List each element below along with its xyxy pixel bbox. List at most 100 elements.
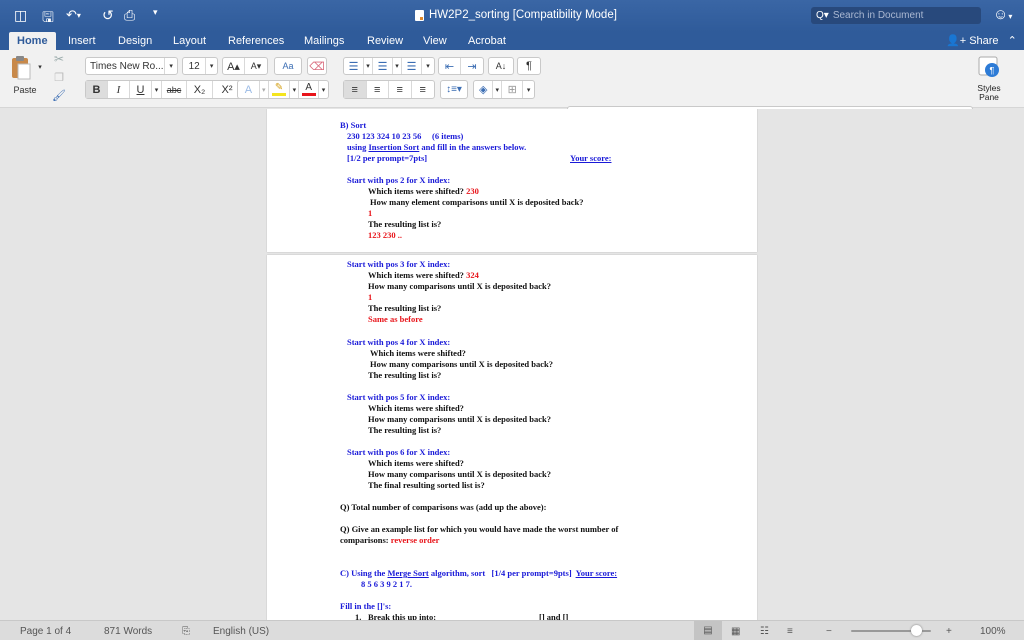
alignment-group: ≡ ≡ ≡ ≡	[343, 80, 435, 99]
section-b-items: 230 123 324 10 23 56 (6 items)	[347, 131, 464, 141]
step-comparisons: How many comparisons until X is deposite…	[368, 414, 552, 424]
insertion-sort-link[interactable]: Insertion Sort	[369, 142, 420, 152]
text: and fill in the answers below.	[419, 142, 527, 152]
shading-icon[interactable]: ◈	[474, 81, 494, 98]
tab-layout[interactable]: Layout	[165, 32, 214, 50]
print-layout-view-icon[interactable]: ▤	[694, 621, 722, 640]
tab-design[interactable]: Design	[110, 32, 160, 50]
tab-home[interactable]: Home	[9, 32, 56, 50]
justify-icon[interactable]: ≡	[412, 81, 434, 98]
font-size-value: 12	[183, 58, 207, 74]
section-c-heading: C) Using the Merge Sort algorithm, sort …	[340, 568, 617, 579]
bold-button[interactable]: B	[86, 81, 108, 98]
shading-dropdown[interactable]: ▾	[493, 81, 503, 98]
bullets-icon[interactable]: ☰	[344, 58, 364, 74]
sort-button[interactable]: A↓	[488, 57, 514, 75]
multilevel-dropdown[interactable]: ▾	[422, 58, 434, 74]
text-effects-dropdown[interactable]: ▾	[260, 81, 269, 98]
highlight-color-button[interactable]: ✎	[269, 81, 291, 98]
paste-button[interactable]	[8, 54, 34, 82]
align-right-icon[interactable]: ≡	[389, 81, 412, 98]
document-canvas[interactable]: B) Sort 230 123 324 10 23 56 (6 items) u…	[0, 109, 1024, 620]
underline-button[interactable]: U	[130, 81, 152, 98]
search-input[interactable]: Q▾ Search in Document	[811, 7, 981, 24]
indent-group: ⇤ ⇥	[438, 57, 484, 75]
step-comparisons-answer: 1	[368, 208, 373, 218]
tab-view[interactable]: View	[415, 32, 455, 50]
font-size-dropdown[interactable]: 12 ▾	[182, 57, 218, 75]
search-icon: Q▾	[816, 10, 829, 21]
borders-dropdown[interactable]: ▾	[523, 81, 534, 98]
merge-sort-link[interactable]: Merge Sort	[387, 568, 428, 578]
font-color-button[interactable]: A	[299, 81, 320, 98]
strikethrough-button[interactable]: abc	[162, 81, 187, 98]
title-bar: ◫ 🖫 ↶ ▾ ↺ ⎙ ▾ HW2P2_sorting [Compatibilit…	[0, 0, 1024, 32]
borders-icon[interactable]: ⊞	[502, 81, 524, 98]
highlight-dropdown[interactable]: ▾	[290, 81, 300, 98]
tab-review[interactable]: Review	[359, 32, 411, 50]
word-count[interactable]: 871 Words	[104, 626, 152, 637]
print-icon[interactable]: ⎙	[124, 7, 135, 24]
undo-icon[interactable]: ↶ ▾	[66, 7, 81, 23]
sidebar-toggle-icon[interactable]: ◫	[14, 7, 27, 24]
step-result: The resulting list is?	[368, 425, 442, 435]
zoom-out-button[interactable]: −	[826, 626, 832, 637]
tab-acrobat[interactable]: Acrobat	[460, 32, 514, 50]
align-left-icon[interactable]: ≡	[344, 81, 367, 98]
your-score-b: Your score:	[570, 153, 612, 163]
web-layout-view-icon[interactable]: ▦	[731, 626, 740, 637]
underline-options-dropdown[interactable]: ▾	[152, 81, 162, 98]
subscript-button[interactable]: X₂	[187, 81, 213, 98]
zoom-slider-thumb[interactable]	[911, 625, 922, 636]
multilevel-list-icon[interactable]: ☰	[402, 58, 422, 74]
italic-button[interactable]: I	[108, 81, 130, 98]
line-spacing-button[interactable]: ↕≡▾	[440, 80, 468, 99]
proofing-icon[interactable]: ⎘	[182, 626, 190, 637]
grow-font-button[interactable]: A▴	[223, 58, 246, 74]
feedback-smiley-icon[interactable]: ☺▾	[993, 6, 1012, 23]
tab-insert[interactable]: Insert	[60, 32, 104, 50]
cut-icon[interactable]: ✂	[52, 52, 66, 66]
document-icon	[415, 9, 424, 21]
outline-view-icon[interactable]: ☷	[760, 626, 769, 637]
tab-references[interactable]: References	[220, 32, 292, 50]
draft-view-icon[interactable]: ≡	[787, 626, 793, 637]
section-b-using: using Insertion Sort and fill in the ans…	[347, 142, 526, 153]
format-painter-icon[interactable]: 🖌	[52, 88, 66, 102]
copy-icon[interactable]: ❐	[52, 70, 66, 84]
clear-formatting-button[interactable]: ⌫	[307, 57, 327, 75]
ribbon-tabs: Home Insert Design Layout References Mai…	[0, 32, 1024, 50]
shrink-font-button[interactable]: A▾	[245, 58, 267, 74]
save-icon[interactable]: 🖫	[42, 7, 54, 31]
change-case-button[interactable]: Aa	[274, 57, 302, 75]
highlighter-icon: ✎	[274, 82, 284, 93]
tab-mailings[interactable]: Mailings	[296, 32, 352, 50]
zoom-in-button[interactable]: +	[946, 626, 952, 637]
page-count[interactable]: Page 1 of 4	[20, 626, 71, 637]
increase-indent-icon[interactable]: ⇥	[461, 58, 483, 74]
text: using	[347, 142, 369, 152]
font-color-dropdown[interactable]: ▾	[319, 81, 328, 98]
text-effects-button[interactable]: A	[238, 81, 260, 98]
svg-text:¶: ¶	[990, 66, 995, 76]
line-spacing-icon: ↕≡▾	[446, 84, 462, 95]
bullets-dropdown[interactable]: ▾	[364, 58, 373, 74]
paste-options-dropdown[interactable]: ▾	[36, 62, 44, 72]
search-placeholder: Search in Document	[832, 10, 924, 21]
show-formatting-button[interactable]: ¶	[517, 57, 541, 75]
question: Which items were shifted?	[368, 186, 464, 196]
numbering-icon[interactable]: ☰	[373, 58, 393, 74]
numbering-dropdown[interactable]: ▾	[393, 58, 402, 74]
language[interactable]: English (US)	[213, 626, 269, 637]
styles-pane-button[interactable]: ¶	[976, 54, 1002, 80]
font-name-dropdown[interactable]: Times New Ro... ▾	[85, 57, 178, 75]
collapse-ribbon-icon[interactable]: ⌃	[1008, 35, 1017, 47]
decrease-indent-icon[interactable]: ⇤	[439, 58, 462, 74]
share-button[interactable]: 👤+ Share ⌃	[946, 34, 1017, 47]
step-comparisons-answer: 1	[368, 292, 373, 302]
step-heading: Start with pos 2 for X index:	[347, 175, 451, 185]
customize-toolbar-icon[interactable]: ▾	[153, 7, 158, 18]
step-comparisons: How many element comparisons until X is …	[370, 197, 584, 207]
redo-icon[interactable]: ↺	[102, 7, 114, 24]
align-center-icon[interactable]: ≡	[367, 81, 389, 98]
